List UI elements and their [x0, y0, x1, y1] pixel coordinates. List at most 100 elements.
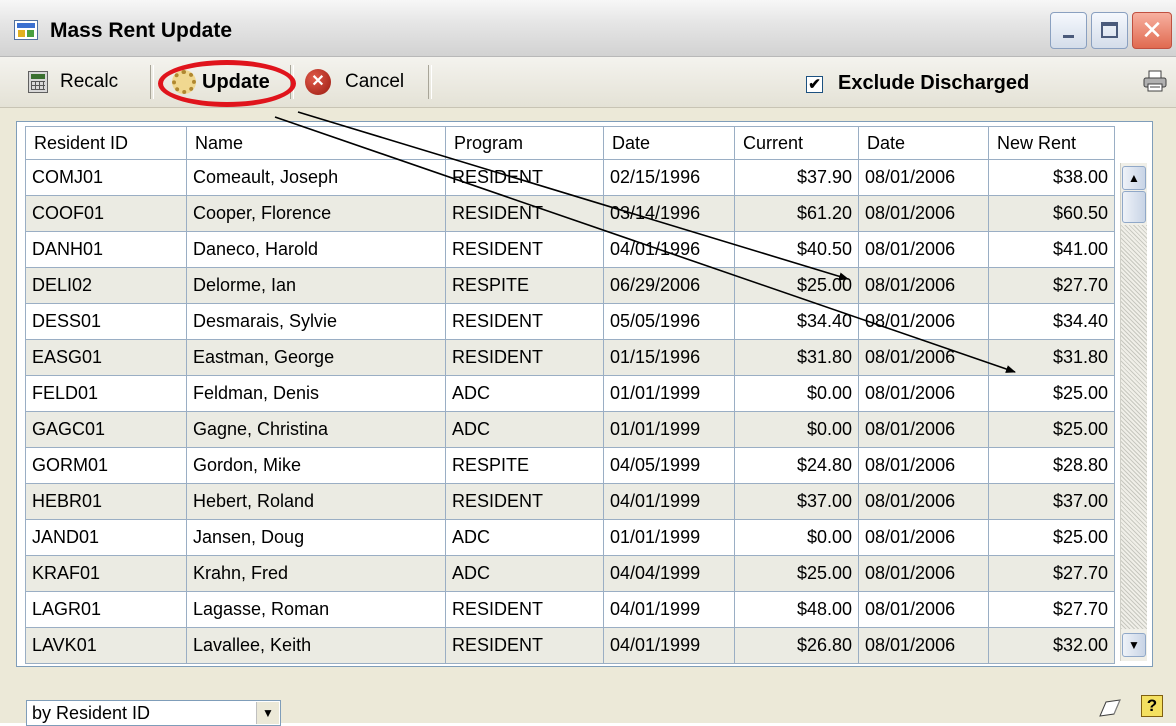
table-row[interactable]: EASG01 Eastman, George RESIDENT 01/15/1996 $… — [25, 339, 1115, 376]
table-cell[interactable]: RESIDENT — [445, 231, 604, 268]
table-cell[interactable]: 08/01/2006 — [858, 159, 989, 196]
table-cell[interactable]: 05/05/1996 — [603, 303, 735, 340]
table-cell[interactable]: 03/14/1996 — [603, 195, 735, 232]
table-cell[interactable]: $37.90 — [734, 159, 859, 196]
table-row[interactable]: DANH01 Daneco, Harold RESIDENT 04/01/1996 $4… — [25, 231, 1115, 268]
recalc-button[interactable]: Recalc — [28, 57, 118, 107]
printer-icon[interactable] — [1143, 70, 1167, 92]
help-icon[interactable]: ? — [1141, 695, 1163, 717]
table-cell[interactable]: $0.00 — [734, 411, 859, 448]
table-row[interactable]: JAND01 Jansen, Doug ADC 01/01/1999 $0.00 08/0… — [25, 519, 1115, 556]
table-cell[interactable]: DANH01 — [25, 231, 187, 268]
table-cell[interactable]: 08/01/2006 — [858, 627, 989, 664]
table-row[interactable]: KRAF01 Krahn, Fred ADC 04/04/1999 $25.00 08/0… — [25, 555, 1115, 592]
table-row[interactable]: COOF01 Cooper, Florence RESIDENT 03/14/1996… — [25, 195, 1115, 232]
table-cell[interactable]: KRAF01 — [25, 555, 187, 592]
close-button[interactable]: ✕ — [1132, 12, 1172, 49]
table-cell[interactable]: RESPITE — [445, 447, 604, 484]
table-cell[interactable]: 01/01/1999 — [603, 375, 735, 412]
table-cell[interactable]: $25.00 — [988, 519, 1115, 556]
table-cell[interactable]: $25.00 — [988, 411, 1115, 448]
table-cell[interactable]: RESIDENT — [445, 195, 604, 232]
table-cell[interactable]: 04/01/1996 — [603, 231, 735, 268]
dropdown-arrow-icon[interactable]: ▼ — [256, 702, 279, 724]
table-row[interactable]: LAGR01 Lagasse, Roman RESIDENT 04/01/1999 $4… — [25, 591, 1115, 628]
table-row[interactable]: COMJ01 Comeault, Joseph RESIDENT 02/15/1996… — [25, 159, 1115, 196]
update-button[interactable]: Update — [172, 57, 270, 107]
table-cell[interactable]: 08/01/2006 — [858, 375, 989, 412]
table-cell[interactable]: 08/01/2006 — [858, 303, 989, 340]
table-cell[interactable]: $24.80 — [734, 447, 859, 484]
table-cell[interactable]: 08/01/2006 — [858, 519, 989, 556]
table-row[interactable]: DESS01 Desmarais, Sylvie RESIDENT 05/05/199… — [25, 303, 1115, 340]
table-cell[interactable]: $38.00 — [988, 159, 1115, 196]
table-row[interactable]: FELD01 Feldman, Denis ADC 01/01/1999 $0.00 08… — [25, 375, 1115, 412]
table-cell[interactable]: JAND01 — [25, 519, 187, 556]
table-cell[interactable]: 08/01/2006 — [858, 447, 989, 484]
table-cell[interactable]: 08/01/2006 — [858, 555, 989, 592]
table-cell[interactable]: Hebert, Roland — [186, 483, 446, 520]
table-cell[interactable]: Desmarais, Sylvie — [186, 303, 446, 340]
cancel-button[interactable]: ✕ Cancel — [305, 57, 404, 107]
table-cell[interactable]: DELI02 — [25, 267, 187, 304]
table-cell[interactable]: 08/01/2006 — [858, 267, 989, 304]
table-cell[interactable]: 04/01/1999 — [603, 483, 735, 520]
table-cell[interactable]: RESIDENT — [445, 627, 604, 664]
table-cell[interactable]: 02/15/1996 — [603, 159, 735, 196]
exclude-discharged-label[interactable]: Exclude Discharged — [838, 72, 1029, 95]
table-cell[interactable]: GAGC01 — [25, 411, 187, 448]
table-cell[interactable]: $41.00 — [988, 231, 1115, 268]
table-cell[interactable]: FELD01 — [25, 375, 187, 412]
table-cell[interactable]: 08/01/2006 — [858, 411, 989, 448]
table-cell[interactable]: $48.00 — [734, 591, 859, 628]
table-cell[interactable]: 04/01/1999 — [603, 591, 735, 628]
table-cell[interactable]: RESIDENT — [445, 483, 604, 520]
table-cell[interactable]: Gagne, Christina — [186, 411, 446, 448]
table-cell[interactable]: 08/01/2006 — [858, 591, 989, 628]
table-cell[interactable]: $0.00 — [734, 375, 859, 412]
table-cell[interactable]: ADC — [445, 375, 604, 412]
table-cell[interactable]: COMJ01 — [25, 159, 187, 196]
table-cell[interactable]: 08/01/2006 — [858, 231, 989, 268]
table-cell[interactable]: $60.50 — [988, 195, 1115, 232]
table-cell[interactable]: RESIDENT — [445, 159, 604, 196]
scroll-up-button[interactable]: ▲ — [1122, 166, 1146, 190]
table-cell[interactable]: Daneco, Harold — [186, 231, 446, 268]
table-cell[interactable]: $37.00 — [734, 483, 859, 520]
table-cell[interactable]: $34.40 — [988, 303, 1115, 340]
table-cell[interactable]: Comeault, Joseph — [186, 159, 446, 196]
vertical-scrollbar[interactable]: ▲ ▼ — [1120, 163, 1147, 661]
table-cell[interactable]: $27.70 — [988, 267, 1115, 304]
table-cell[interactable]: $28.80 — [988, 447, 1115, 484]
table-cell[interactable]: GORM01 — [25, 447, 187, 484]
table-cell[interactable]: $0.00 — [734, 519, 859, 556]
table-cell[interactable]: 08/01/2006 — [858, 195, 989, 232]
table-cell[interactable]: ADC — [445, 411, 604, 448]
table-cell[interactable]: $27.70 — [988, 555, 1115, 592]
scroll-track[interactable] — [1121, 225, 1147, 629]
table-cell[interactable]: ADC — [445, 555, 604, 592]
table-cell[interactable]: 01/15/1996 — [603, 339, 735, 376]
column-header[interactable]: Name — [186, 126, 446, 160]
table-cell[interactable]: $25.00 — [734, 555, 859, 592]
minimize-button[interactable] — [1050, 12, 1087, 49]
maximize-button[interactable] — [1091, 12, 1128, 49]
exclude-discharged-checkbox[interactable]: ✔ — [806, 76, 823, 93]
table-cell[interactable]: LAVK01 — [25, 627, 187, 664]
table-cell[interactable]: EASG01 — [25, 339, 187, 376]
table-row[interactable]: HEBR01 Hebert, Roland RESIDENT 04/01/1999 $3… — [25, 483, 1115, 520]
table-cell[interactable]: Delorme, Ian — [186, 267, 446, 304]
table-cell[interactable]: 06/29/2006 — [603, 267, 735, 304]
table-cell[interactable]: ADC — [445, 519, 604, 556]
title-bar[interactable]: Mass Rent Update ✕ — [0, 0, 1176, 57]
table-cell[interactable]: Krahn, Fred — [186, 555, 446, 592]
table-cell[interactable]: Lavallee, Keith — [186, 627, 446, 664]
table-cell[interactable]: HEBR01 — [25, 483, 187, 520]
column-header[interactable]: Program — [445, 126, 604, 160]
table-row[interactable]: LAVK01 Lavallee, Keith RESIDENT 04/01/1999 $… — [25, 627, 1115, 664]
table-cell[interactable]: COOF01 — [25, 195, 187, 232]
table-cell[interactable]: LAGR01 — [25, 591, 187, 628]
table-cell[interactable]: 01/01/1999 — [603, 411, 735, 448]
table-cell[interactable]: DESS01 — [25, 303, 187, 340]
scroll-thumb[interactable] — [1122, 191, 1146, 223]
